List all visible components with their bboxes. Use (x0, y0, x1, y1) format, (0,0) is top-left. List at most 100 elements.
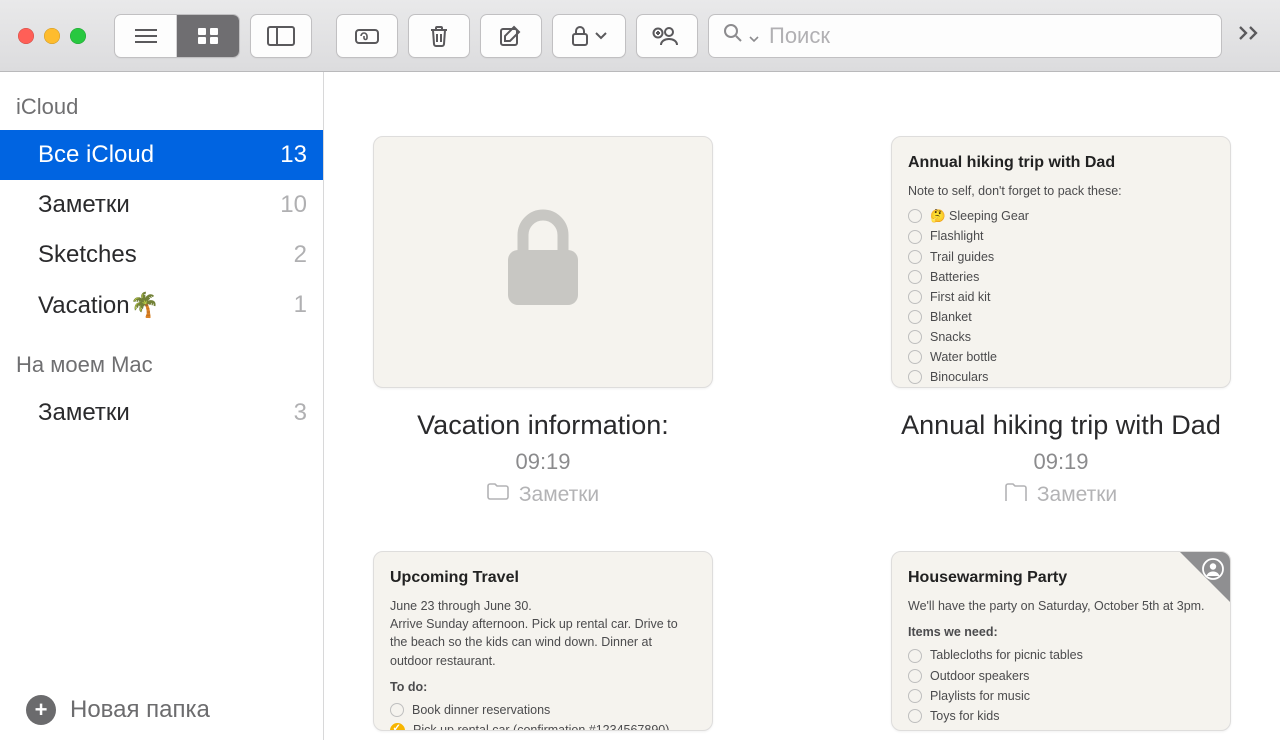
note-preview-body: June 23 through June 30. Arrive Sunday a… (390, 597, 696, 670)
window-maximize-button[interactable] (70, 28, 86, 44)
add-collaborator-button[interactable] (636, 14, 698, 58)
titlebar (0, 0, 1280, 72)
sidebar-item-notes[interactable]: Заметки 10 (0, 180, 323, 230)
checkbox-icon (908, 649, 922, 663)
workspace: iCloud Все iCloud 13 Заметки 10 Sketches… (0, 72, 1280, 740)
list-item: Book dinner reservations (390, 700, 696, 720)
note-time: 09:19 (515, 449, 570, 475)
sidebar-item-count: 10 (280, 191, 307, 219)
checkbox-icon (908, 689, 922, 703)
note-folder-label: Заметки (519, 483, 599, 507)
note-time: 09:19 (1033, 449, 1088, 475)
grid-view-button[interactable] (177, 15, 239, 57)
sidebar-item-count: 1 (294, 291, 307, 319)
list-item: Trail guides (908, 247, 1214, 267)
sidebar-item-label: Заметки (38, 399, 130, 427)
list-item: Pick up rental car (confirmation #123456… (390, 720, 696, 731)
notes-grid-area: Vacation information: 09:19 Заметки Annu… (324, 72, 1280, 740)
note-card[interactable]: Vacation information: 09:19 Заметки (368, 136, 718, 507)
note-preview-heading: Annual hiking trip with Dad (908, 151, 1214, 174)
note-title: Vacation information: (417, 410, 669, 441)
note-thumbnail: Upcoming Travel June 23 through June 30.… (373, 551, 713, 731)
list-item: 🤔 Sleeping Gear (908, 206, 1214, 226)
note-thumbnail-locked (373, 136, 713, 388)
search-icon (723, 23, 743, 49)
search-input[interactable] (769, 23, 1207, 49)
note-preview-section-label: To do: (390, 678, 696, 696)
sidebar-item-sketches[interactable]: Sketches 2 (0, 230, 323, 280)
search-field[interactable] (708, 14, 1222, 58)
view-mode-segmented (114, 14, 240, 58)
window-minimize-button[interactable] (44, 28, 60, 44)
note-card[interactable]: Upcoming Travel June 23 through June 30.… (368, 551, 718, 731)
chevron-down-icon (595, 32, 607, 40)
attach-button[interactable] (336, 14, 398, 58)
notes-grid: Vacation information: 09:19 Заметки Annu… (364, 136, 1240, 731)
checkbox-icon (908, 330, 922, 344)
sidebar-item-label: Все iCloud (38, 141, 154, 169)
checkbox-icon (908, 669, 922, 683)
note-card[interactable]: Annual hiking trip with Dad Note to self… (886, 136, 1236, 507)
checkbox-icon (908, 709, 922, 723)
delete-button[interactable] (408, 14, 470, 58)
sidebar-item-count: 13 (280, 141, 307, 169)
window-controls (18, 28, 86, 44)
note-preview-body: We'll have the party on Saturday, Octobe… (908, 597, 1214, 615)
checkbox-checked-icon (390, 723, 405, 732)
checkbox-icon (908, 370, 922, 384)
note-preview-checklist: Book dinner reservations Pick up rental … (390, 700, 696, 731)
list-item: Outdoor speakers (908, 666, 1214, 686)
lock-icon (571, 25, 589, 47)
note-title: Annual hiking trip with Dad (901, 410, 1221, 441)
note-preview-section-label: Items we need: (908, 623, 1214, 641)
list-item: Binoculars (908, 367, 1214, 387)
list-item: Tablecloths for picnic tables (908, 645, 1214, 665)
sidebar-section-header-icloud: iCloud (0, 72, 323, 130)
note-folder-row: Заметки (487, 483, 599, 507)
sidebar-item-vacation[interactable]: Vacation🌴 1 (0, 280, 323, 330)
chevron-down-icon (749, 23, 759, 49)
toggle-sidebar-button[interactable] (250, 14, 312, 58)
sidebar-item-all-icloud[interactable]: Все iCloud 13 (0, 130, 323, 180)
list-view-button[interactable] (115, 15, 177, 57)
list-item: Flashlight (908, 226, 1214, 246)
plus-circle-icon: + (26, 695, 56, 725)
sidebar-section-header-onmymac: На моем Mac (0, 330, 323, 388)
lock-menu-button[interactable] (552, 14, 626, 58)
checkbox-icon (908, 350, 922, 364)
list-item: Batteries (908, 267, 1214, 287)
checkbox-icon (908, 230, 922, 244)
note-preview-checklist: Tablecloths for picnic tables Outdoor sp… (908, 645, 1214, 726)
note-folder-row: Заметки (1005, 483, 1117, 507)
list-item: Playlists for music (908, 686, 1214, 706)
window-close-button[interactable] (18, 28, 34, 44)
new-folder-label: Новая папка (70, 696, 210, 724)
note-thumbnail: Housewarming Party We'll have the party … (891, 551, 1231, 731)
sidebar: iCloud Все iCloud 13 Заметки 10 Sketches… (0, 72, 324, 740)
note-preview-heading: Housewarming Party (908, 566, 1214, 589)
compose-button[interactable] (480, 14, 542, 58)
note-preview-sub: Note to self, don't forget to pack these… (908, 182, 1214, 200)
note-preview-checklist: 🤔 Sleeping Gear Flashlight Trail guides … (908, 206, 1214, 388)
checkbox-icon (908, 250, 922, 264)
checkbox-icon (908, 209, 922, 223)
checkbox-icon (390, 703, 404, 717)
list-item: Hand sanitiser (908, 387, 1214, 388)
sidebar-item-count: 3 (294, 399, 307, 427)
sidebar-item-local-notes[interactable]: Заметки 3 (0, 388, 323, 438)
list-item: Snacks (908, 327, 1214, 347)
note-preview-heading: Upcoming Travel (390, 566, 696, 589)
sidebar-item-label: Заметки (38, 191, 130, 219)
note-card[interactable]: Housewarming Party We'll have the party … (886, 551, 1236, 731)
new-folder-button[interactable]: + Новая папка (0, 680, 323, 740)
toolbar-overflow-button[interactable] (1232, 25, 1268, 46)
list-item: First aid kit (908, 287, 1214, 307)
list-item: Blanket (908, 307, 1214, 327)
folder-icon (487, 483, 509, 507)
sidebar-item-label: Sketches (38, 241, 137, 269)
folder-icon (1005, 483, 1027, 507)
sidebar-item-count: 2 (294, 241, 307, 269)
checkbox-icon (908, 310, 922, 324)
checkbox-icon (908, 290, 922, 304)
list-item: Water bottle (908, 347, 1214, 367)
